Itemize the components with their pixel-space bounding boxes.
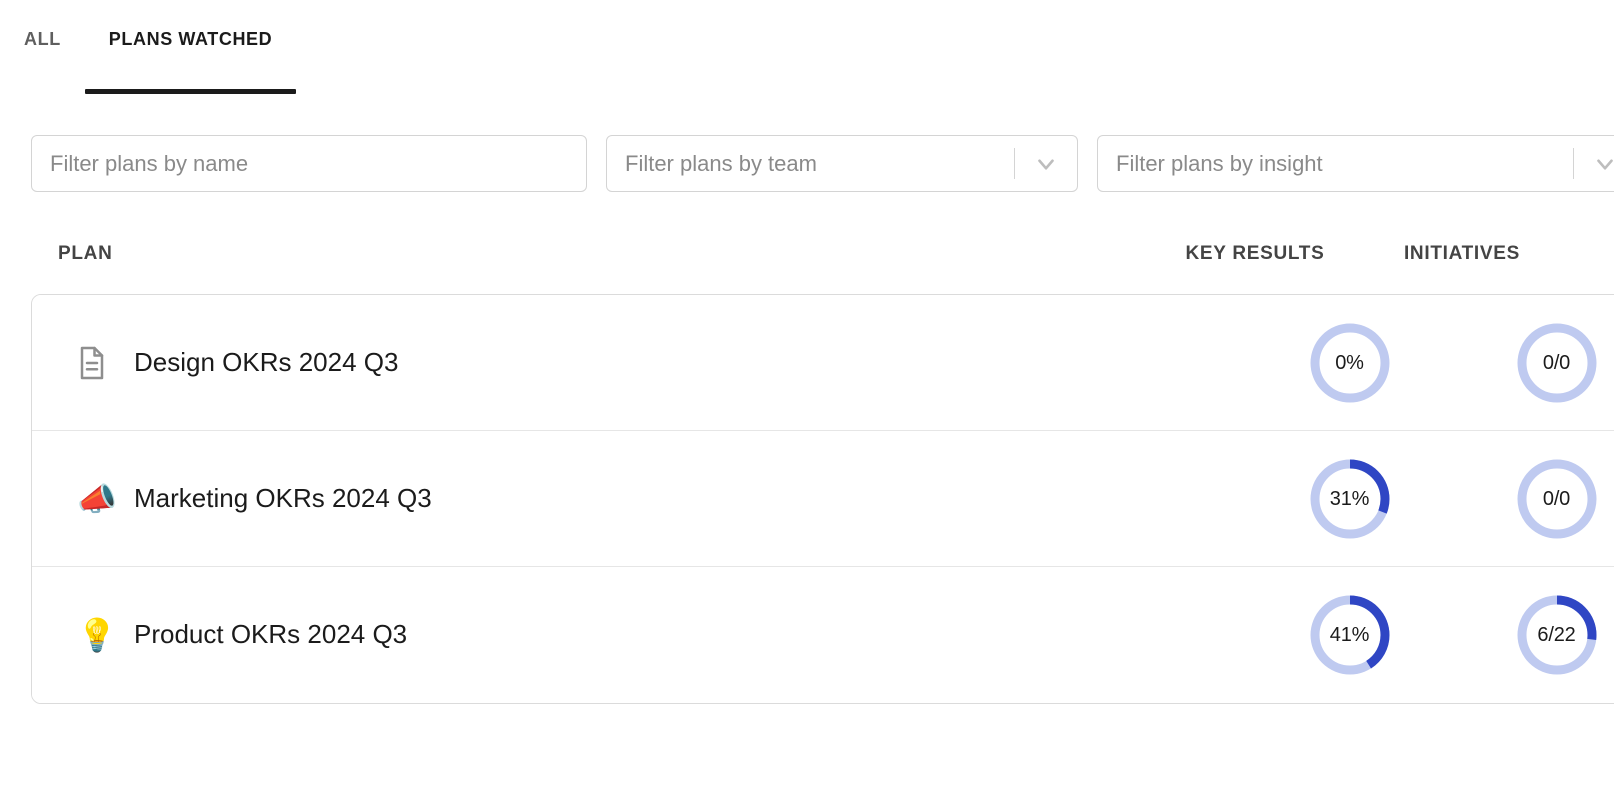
filter-insight-placeholder: Filter plans by insight: [1116, 153, 1573, 175]
column-header-plan: PLAN: [58, 243, 113, 265]
filter-plan-name-input[interactable]: Filter plans by name: [31, 135, 587, 192]
row-metrics: 41% 6/22: [1246, 567, 1614, 703]
table-column-headers: PLAN KEY RESULTS INITIATIVES: [0, 243, 1614, 273]
key-results-metric: 31%: [1246, 456, 1453, 542]
plan-title: Marketing OKRs 2024 Q3: [134, 483, 432, 514]
initiatives-metric: 0/0: [1453, 320, 1614, 406]
tab-plans-watched[interactable]: PLANS WATCHED: [85, 26, 296, 52]
filter-team-select[interactable]: Filter plans by team: [606, 135, 1078, 192]
tab-all[interactable]: ALL: [0, 26, 85, 52]
initiatives-value: 0/0: [1514, 456, 1600, 542]
megaphone-emoji-icon: 📣: [77, 483, 123, 515]
key-results-ring: 31%: [1307, 456, 1393, 542]
key-results-ring: 41%: [1307, 592, 1393, 678]
column-header-key-results: KEY RESULTS: [1175, 243, 1335, 265]
key-results-metric: 41%: [1246, 592, 1453, 678]
tab-underline-active: [85, 89, 296, 94]
filter-insight-select[interactable]: Filter plans by insight: [1097, 135, 1614, 192]
initiatives-ring: 0/0: [1514, 456, 1600, 542]
tab-bar: ALL PLANS WATCHED: [0, 26, 296, 52]
initiatives-ring: 0/0: [1514, 320, 1600, 406]
tab-plans-watched-label: PLANS WATCHED: [109, 29, 272, 49]
key-results-metric: 0%: [1246, 320, 1453, 406]
column-header-initiatives: INITIATIVES: [1382, 243, 1542, 265]
document-icon: [77, 345, 123, 381]
table-row[interactable]: 💡 Product OKRs 2024 Q3 41%: [32, 567, 1614, 703]
initiatives-metric: 6/22: [1453, 592, 1614, 678]
filter-team-placeholder: Filter plans by team: [625, 153, 1014, 175]
row-metrics: 0% 0/0: [1246, 295, 1614, 431]
table-row[interactable]: 📣 Marketing OKRs 2024 Q3 31%: [32, 431, 1614, 567]
plans-table: Design OKRs 2024 Q3 0%: [31, 294, 1614, 704]
plan-title: Design OKRs 2024 Q3: [134, 347, 398, 378]
filter-team-divider: [1014, 148, 1015, 179]
table-row[interactable]: Design OKRs 2024 Q3 0%: [32, 295, 1614, 431]
filter-insight-divider: [1573, 148, 1574, 179]
filter-bar: Filter plans by name Filter plans by tea…: [31, 135, 1614, 192]
initiatives-value: 0/0: [1514, 320, 1600, 406]
initiatives-metric: 0/0: [1453, 456, 1614, 542]
filter-plan-name-placeholder: Filter plans by name: [50, 153, 568, 175]
plan-title: Product OKRs 2024 Q3: [134, 619, 407, 650]
chevron-down-icon[interactable]: [1033, 151, 1059, 177]
tab-all-label: ALL: [24, 29, 61, 49]
key-results-ring: 0%: [1307, 320, 1393, 406]
key-results-value: 31%: [1307, 456, 1393, 542]
row-metrics: 31% 0/0: [1246, 431, 1614, 567]
lightbulb-emoji-icon: 💡: [77, 619, 123, 651]
initiatives-ring: 6/22: [1514, 592, 1600, 678]
key-results-value: 0%: [1307, 320, 1393, 406]
key-results-value: 41%: [1307, 592, 1393, 678]
initiatives-value: 6/22: [1514, 592, 1600, 678]
chevron-down-icon[interactable]: [1592, 151, 1614, 177]
plans-watched-page: ALL PLANS WATCHED Filter plans by name F…: [0, 0, 1614, 806]
